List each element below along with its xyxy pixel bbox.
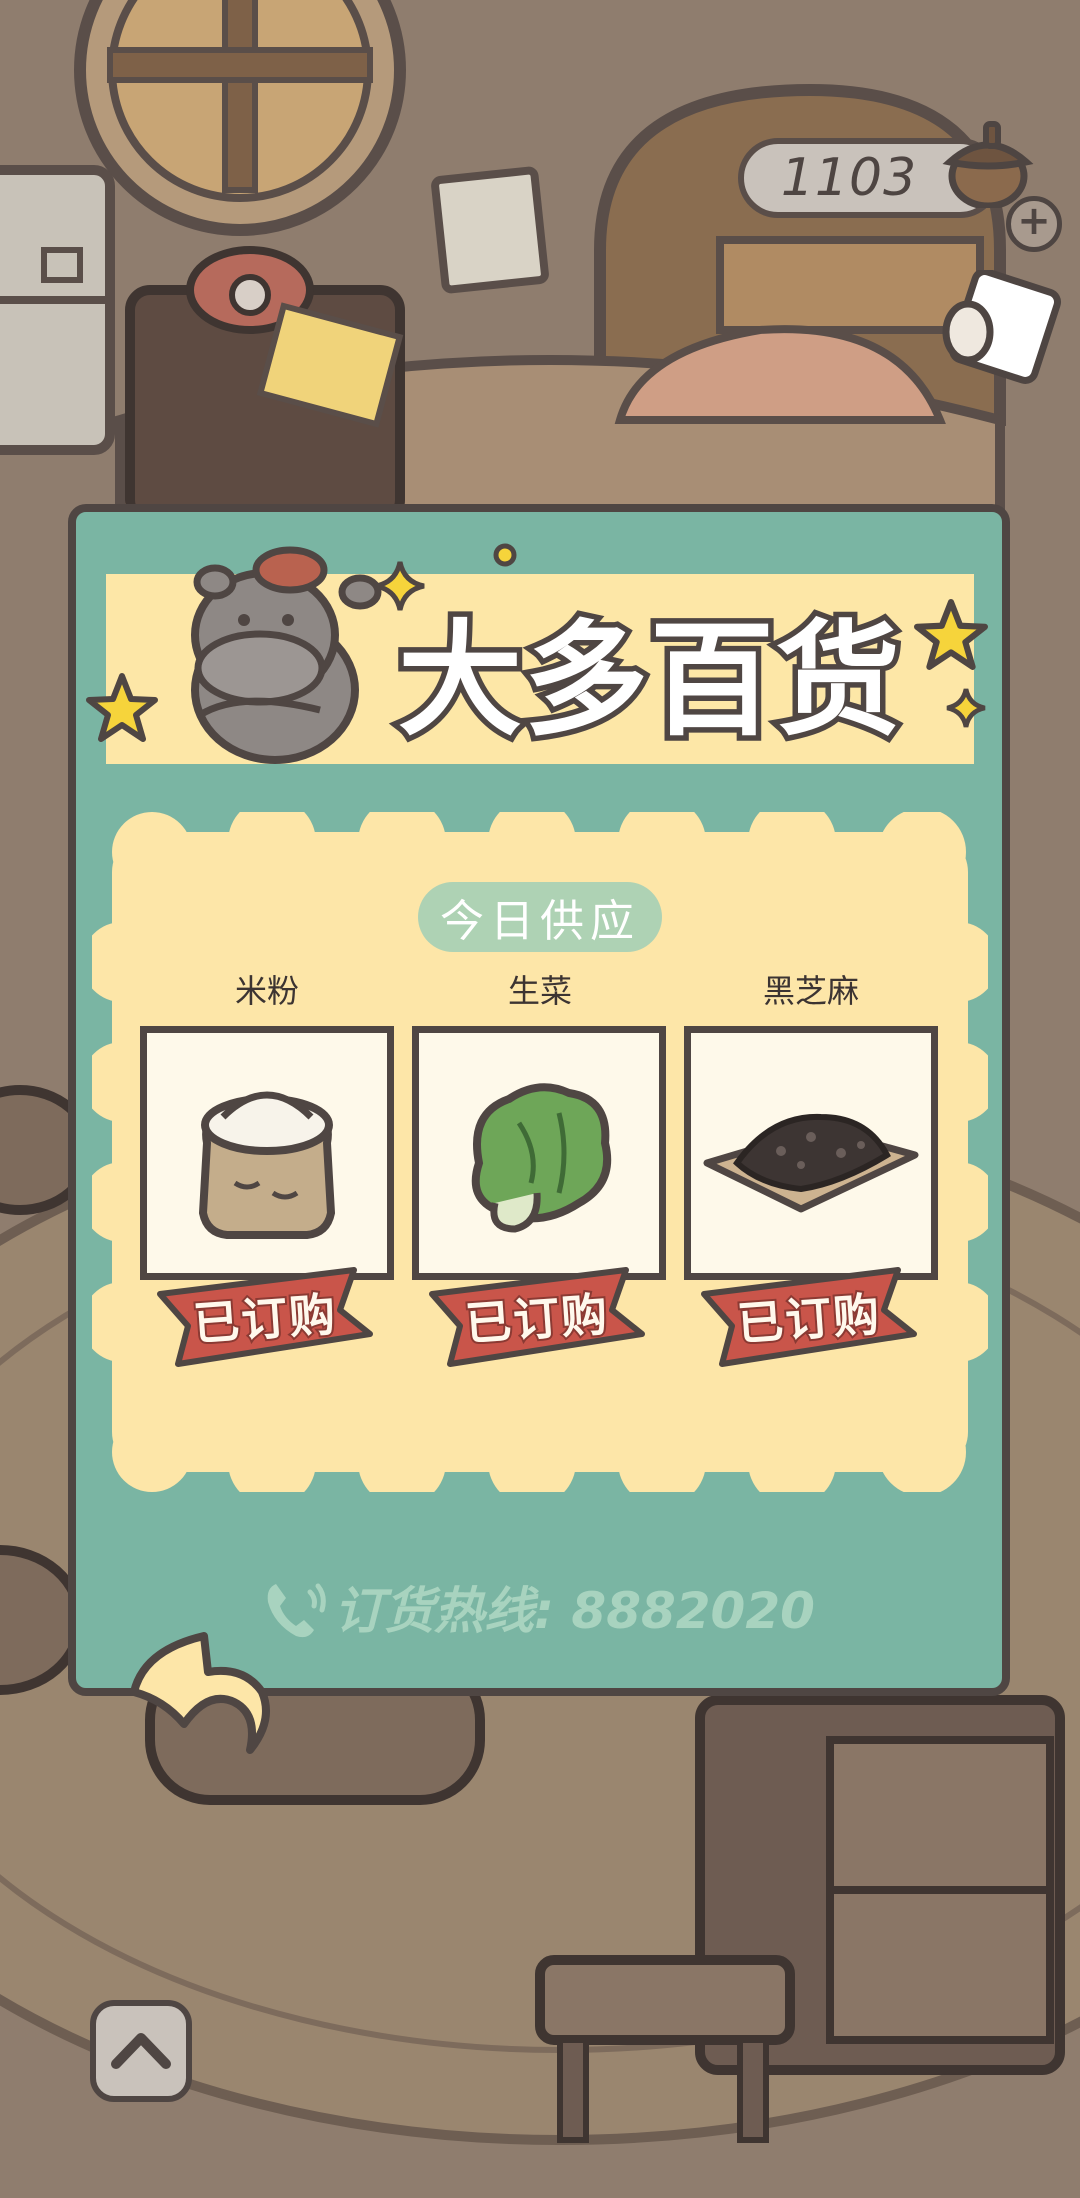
lettuce-icon	[471, 1083, 612, 1233]
dot-icon	[493, 543, 517, 567]
coin-count: 1103	[780, 148, 918, 208]
ordered-status: 已订购	[734, 1285, 885, 1353]
today-supply-label: 今日供应	[418, 882, 662, 952]
hotline-text: 订货热线: 8882020	[334, 1582, 815, 1640]
item-card-lettuce[interactable]	[412, 1026, 666, 1280]
cup-icon[interactable]	[932, 270, 1062, 390]
acorn-icon	[942, 121, 1034, 208]
ordered-ribbon-black-sesame: 已订购	[698, 1264, 920, 1368]
black-sesame-plate-icon	[703, 1113, 919, 1213]
item-name-lettuce: 生菜	[507, 972, 572, 1010]
hippo-mascot-icon	[191, 546, 382, 764]
star-icon	[914, 599, 988, 670]
add-coins-button[interactable]: +	[1006, 196, 1062, 252]
item-card-rice-flour[interactable]	[140, 1026, 394, 1280]
ordered-ribbon-rice-flour: 已订购	[154, 1264, 376, 1368]
plus-icon: +	[1017, 198, 1051, 244]
order-hotline: 订货热线: 8882020	[262, 1572, 862, 1642]
ordered-status: 已订购	[190, 1285, 341, 1353]
back-arrow-button[interactable]	[124, 1630, 274, 1760]
item-name-black-sesame: 黑芝麻	[762, 972, 859, 1010]
item-name-rice-flour: 米粉	[234, 972, 299, 1010]
chevron-up-icon	[111, 2033, 171, 2069]
ordered-ribbon-lettuce: 已订购	[426, 1264, 648, 1368]
sparkle-icon	[946, 688, 986, 728]
expand-up-button[interactable]	[90, 2000, 192, 2102]
rice-flour-sack-icon	[198, 1091, 336, 1239]
item-card-black-sesame[interactable]	[684, 1026, 938, 1280]
star-icon	[86, 673, 158, 742]
ordered-status: 已订购	[462, 1285, 613, 1353]
shop-title: 大多百货	[392, 604, 905, 759]
